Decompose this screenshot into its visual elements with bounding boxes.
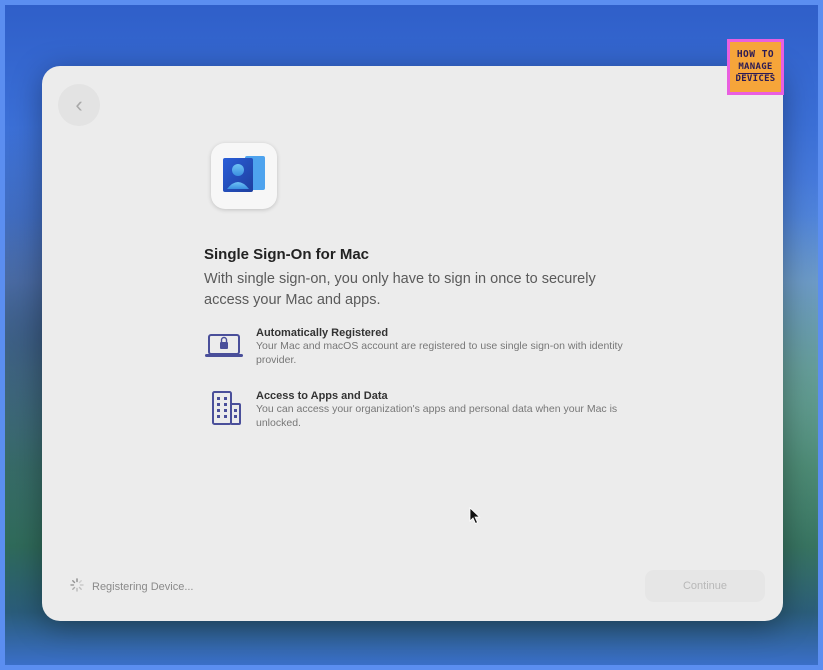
- feature-automatically-registered: Automatically Registered Your Mac and ma…: [204, 327, 634, 371]
- logo-line: DEVICES: [735, 74, 776, 84]
- feature-title: Automatically Registered: [256, 327, 389, 339]
- feature-description: Your Mac and macOS account are registere…: [256, 340, 623, 366]
- mouse-pointer-icon: [469, 507, 481, 530]
- feature-access-apps-data: Access to Apps and Data You can access y…: [204, 390, 634, 434]
- logo-line: HOW TO: [736, 49, 775, 60]
- feature-title: Access to Apps and Data: [256, 390, 388, 402]
- page-subtitle: With single sign-on, you only have to si…: [204, 271, 596, 308]
- back-button[interactable]: ‹: [58, 84, 100, 126]
- page-title: Single Sign-On for Mac: [204, 246, 370, 263]
- how-to-manage-devices-logo: HOW TO MANAGE DEVICES: [727, 39, 784, 95]
- chevron-left-icon: ‹: [75, 92, 83, 117]
- spinner-icon: [70, 578, 84, 595]
- feature-description: You can access your organization's apps …: [256, 403, 618, 429]
- sso-app-icon: [211, 143, 277, 209]
- building-icon: [204, 390, 244, 430]
- laptop-lock-icon: [204, 327, 244, 367]
- continue-button[interactable]: Continue: [645, 570, 765, 602]
- company-portal-icon: [223, 156, 265, 192]
- status-text: Registering Device...: [92, 580, 194, 593]
- registration-status: Registering Device...: [70, 578, 194, 595]
- logo-line: MANAGE: [738, 62, 773, 74]
